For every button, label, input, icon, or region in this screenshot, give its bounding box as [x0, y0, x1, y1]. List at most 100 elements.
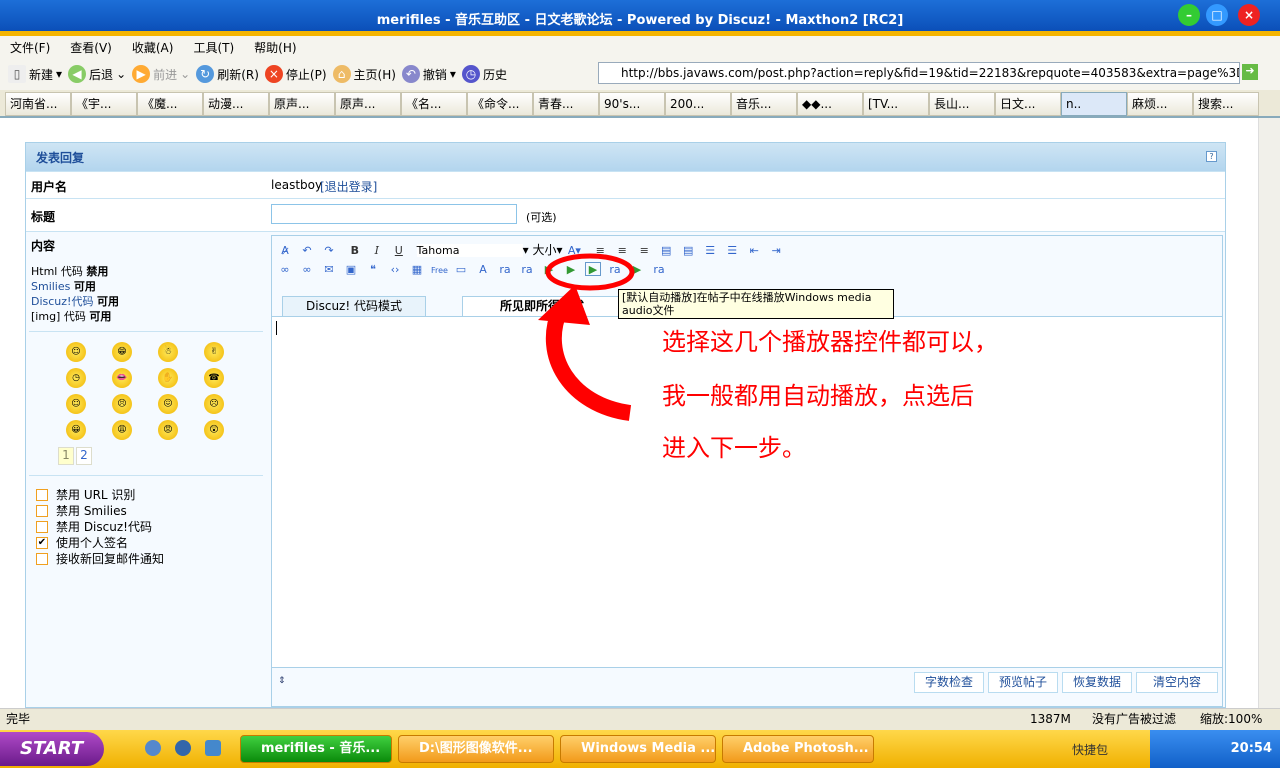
refresh-button[interactable]: ↻ 刷新(R)	[196, 65, 259, 83]
browser-tab[interactable]: 《宇...	[71, 92, 137, 116]
menu-favorites[interactable]: 收藏(A)	[132, 39, 174, 56]
code-icon[interactable]: ‹›	[387, 263, 403, 277]
maxthon-quicklaunch-icon[interactable]	[145, 740, 161, 756]
logout-link[interactable]: [退出登录]	[320, 178, 377, 195]
checkbox[interactable]	[36, 552, 48, 565]
editor-textarea[interactable]	[272, 316, 1222, 668]
float-left-icon[interactable]: ▤	[658, 244, 674, 258]
subject-input[interactable]	[271, 204, 517, 224]
smiley-icon[interactable]: ☺	[66, 342, 86, 362]
tab-code-mode[interactable]: Discuz! 代码模式	[282, 296, 426, 316]
option-checkbox[interactable]: 禁用 URL 识别	[36, 486, 135, 503]
new-button[interactable]: ▯ 新建 ▾	[8, 65, 62, 83]
browser-tab[interactable]: 200...	[665, 92, 731, 116]
preview-button[interactable]: 预览帖子	[988, 672, 1058, 693]
ra-icon[interactable]: ra	[651, 263, 667, 277]
help-icon[interactable]: ?	[1206, 151, 1217, 162]
browser-tab[interactable]: 河南省...	[5, 92, 71, 116]
browser-tab[interactable]: 90's...	[599, 92, 665, 116]
unlink-icon[interactable]: ∞	[299, 263, 315, 277]
unordered-list-icon[interactable]: ☰	[724, 244, 740, 258]
smiley-icon[interactable]: 👄	[112, 368, 132, 388]
browser-tab[interactable]: [TV...	[863, 92, 929, 116]
smiley-icon[interactable]: ✋	[158, 368, 178, 388]
vertical-scrollbar[interactable]	[1258, 118, 1280, 708]
float-right-icon[interactable]: ▤	[680, 244, 696, 258]
browser-tab[interactable]: 《魔...	[137, 92, 203, 116]
outdent-icon[interactable]: ⇤	[746, 244, 762, 258]
resize-handle[interactable]: ⇕	[278, 676, 286, 686]
option-checkbox[interactable]: 禁用 Smilies	[36, 502, 127, 519]
quick-pack[interactable]: 快捷包	[1072, 741, 1108, 758]
browser-tab[interactable]: 麻烦...	[1127, 92, 1193, 116]
browser-tab[interactable]: n..	[1061, 92, 1127, 116]
smiley-page-1[interactable]: 1	[58, 447, 74, 465]
browser-tab[interactable]: 原声...	[335, 92, 401, 116]
menu-tools[interactable]: 工具(T)	[193, 39, 234, 56]
browser-tab[interactable]: 音乐...	[731, 92, 797, 116]
free-icon[interactable]: Free	[431, 266, 448, 280]
go-button[interactable]: ➜	[1242, 64, 1258, 80]
forward-button[interactable]: ▶ 前进 ⌄	[132, 65, 190, 83]
task-explorer[interactable]: D:\图形图像软件...	[398, 735, 554, 763]
smiley-icon[interactable]: ☺	[66, 394, 86, 414]
bold-icon[interactable]: B	[347, 244, 363, 258]
browser-tab[interactable]: 《命令...	[467, 92, 533, 116]
link-icon[interactable]: ∞	[277, 263, 293, 277]
redo-icon[interactable]: ↷	[321, 244, 337, 258]
maximize-button[interactable]: □	[1206, 4, 1228, 26]
smiley-icon[interactable]: 😁	[112, 342, 132, 362]
back-button[interactable]: ◀ 后退 ⌄	[68, 65, 126, 83]
stop-button[interactable]: × 停止(P)	[264, 65, 327, 83]
checkbox[interactable]	[36, 520, 48, 533]
word-count-button[interactable]: 字数检查	[914, 672, 984, 693]
restore-button[interactable]: 恢复数据	[1062, 672, 1132, 693]
ordered-list-icon[interactable]: ☰	[702, 244, 718, 258]
browser-tab[interactable]: ◆◆...	[797, 92, 863, 116]
smiley-page-2[interactable]: 2	[76, 447, 92, 465]
smiley-icon[interactable]: ✌	[204, 342, 224, 362]
clear-button[interactable]: 清空内容	[1136, 672, 1218, 693]
ad-filter-status[interactable]: 没有广告被过滤	[1092, 709, 1176, 730]
smilies-link[interactable]: Smilies	[31, 280, 70, 293]
option-checkbox[interactable]: 禁用 Discuz!代码	[36, 518, 152, 535]
browser-tab[interactable]: 日文...	[995, 92, 1061, 116]
task-media-player[interactable]: Windows Media ...	[560, 735, 716, 763]
home-button[interactable]: ⌂ 主页(H)	[332, 65, 396, 83]
task-photoshop[interactable]: Adobe Photosh...	[722, 735, 874, 763]
browser-tab[interactable]: 原声...	[269, 92, 335, 116]
menu-help[interactable]: 帮助(H)	[254, 39, 296, 56]
flash-icon[interactable]: ▭	[453, 263, 469, 277]
table-icon[interactable]: ▦	[409, 263, 425, 277]
ie-quicklaunch-icon[interactable]	[205, 740, 221, 756]
zoom-level[interactable]: 缩放:100%	[1200, 709, 1262, 730]
browser-tab[interactable]: 《名...	[401, 92, 467, 116]
checkbox[interactable]	[36, 504, 48, 517]
email-icon[interactable]: ✉	[321, 263, 337, 277]
media-player-quicklaunch-icon[interactable]	[175, 740, 191, 756]
option-checkbox[interactable]: ✔ 使用个人签名	[36, 534, 128, 551]
smiley-icon[interactable]: ☹	[204, 394, 224, 414]
undo-icon[interactable]: ↶	[299, 244, 315, 258]
start-button[interactable]: START	[0, 732, 104, 766]
menu-view[interactable]: 查看(V)	[70, 39, 112, 56]
discuz-code-link[interactable]: Discuz!代码	[31, 295, 93, 308]
smiley-icon[interactable]: 😡	[158, 420, 178, 440]
checkbox[interactable]: ✔	[36, 536, 48, 549]
smiley-icon[interactable]: 😀	[66, 420, 86, 440]
image-icon[interactable]: ▣	[343, 263, 359, 277]
smiley-icon[interactable]: ☃	[158, 342, 178, 362]
close-button[interactable]: ×	[1238, 4, 1260, 26]
font-select[interactable]: Tahoma	[416, 244, 523, 257]
undo-button[interactable]: ↶ 撤销 ▾	[401, 65, 456, 83]
address-bar[interactable]: http://bbs.javaws.com/post.php?action=re…	[598, 62, 1240, 84]
italic-icon[interactable]: I	[369, 244, 385, 258]
smiley-icon[interactable]: 😩	[112, 420, 132, 440]
history-button[interactable]: ◷ 历史	[461, 65, 507, 83]
text-style-icon[interactable]: A	[475, 263, 491, 277]
task-maxthon[interactable]: merifiles - 音乐...	[240, 735, 392, 763]
browser-tab[interactable]: 長山...	[929, 92, 995, 116]
indent-icon[interactable]: ⇥	[768, 244, 784, 258]
smiley-icon[interactable]: 😲	[204, 420, 224, 440]
real-audio-icon[interactable]: ra	[497, 263, 513, 277]
